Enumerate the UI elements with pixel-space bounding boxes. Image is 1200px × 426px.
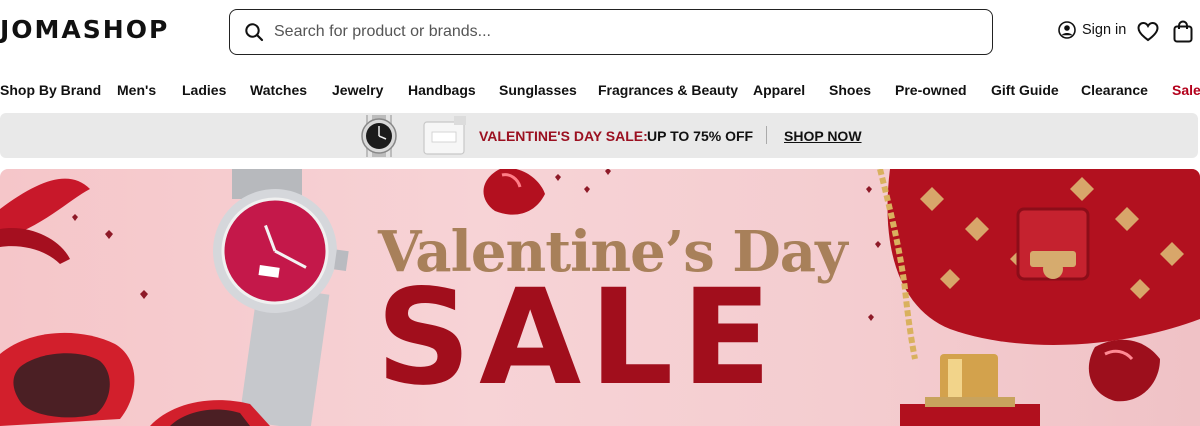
nav-item-handbags[interactable]: Handbags <box>408 82 476 98</box>
shop-now-link[interactable]: SHOP NOW <box>784 128 862 144</box>
sign-in-link[interactable]: Sign in <box>1058 21 1126 39</box>
promo-bar[interactable]: VALENTINE'S DAY SALE: UP TO 75% OFF SHOP… <box>0 113 1198 158</box>
perfume-thumbnail-icon <box>423 116 466 155</box>
search-icon <box>245 23 264 42</box>
main-navigation: Shop By Brand Men's Ladies Watches Jewel… <box>0 80 1200 102</box>
nav-item-shop-by-brand[interactable]: Shop By Brand <box>0 82 101 98</box>
nav-item-shoes[interactable]: Shoes <box>829 82 871 98</box>
site-logo[interactable]: JOMASHOP <box>0 15 169 44</box>
nav-item-sunglasses[interactable]: Sunglasses <box>499 82 577 98</box>
promo-sale-label: VALENTINE'S DAY SALE: <box>479 128 648 144</box>
banner-sale-text: SALE <box>376 261 780 415</box>
site-header: JOMASHOP Sign in <box>0 0 1200 66</box>
wishlist-heart-icon[interactable] <box>1137 21 1159 43</box>
nav-item-watches[interactable]: Watches <box>250 82 307 98</box>
watch-thumbnail-icon <box>361 115 397 157</box>
shopping-bag-icon[interactable] <box>1172 20 1194 43</box>
nav-item-mens[interactable]: Men's <box>117 82 156 98</box>
nav-item-fragrances-beauty[interactable]: Fragrances & Beauty <box>598 82 738 98</box>
sign-in-label: Sign in <box>1082 22 1127 38</box>
nav-item-sale[interactable]: Sale <box>1172 82 1200 98</box>
nav-item-clearance[interactable]: Clearance <box>1081 82 1148 98</box>
nav-item-gift-guide[interactable]: Gift Guide <box>991 82 1059 98</box>
promo-offer-text: UP TO 75% OFF <box>647 128 754 144</box>
nav-item-ladies[interactable]: Ladies <box>182 82 226 98</box>
search-bar[interactable] <box>229 9 993 55</box>
promo-divider <box>766 126 767 144</box>
user-icon <box>1058 21 1076 39</box>
nav-item-jewelry[interactable]: Jewelry <box>332 82 383 98</box>
search-input[interactable] <box>274 23 954 41</box>
nav-item-pre-owned[interactable]: Pre-owned <box>895 82 967 98</box>
hero-banner[interactable]: Valentine’s Day SALE <box>0 169 1200 426</box>
nav-item-apparel[interactable]: Apparel <box>753 82 805 98</box>
